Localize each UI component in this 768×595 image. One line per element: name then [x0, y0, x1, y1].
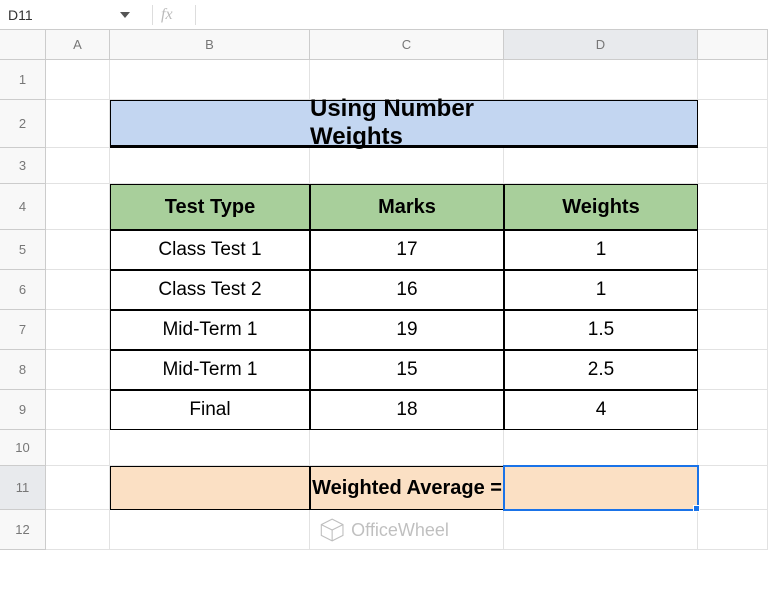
cell-C6[interactable]: 16: [310, 270, 504, 310]
cell-C5[interactable]: 17: [310, 230, 504, 270]
cell-C4-header[interactable]: Marks: [310, 184, 504, 230]
cell-D8[interactable]: 2.5: [504, 350, 698, 390]
name-box-dropdown-icon[interactable]: [120, 12, 130, 18]
col-header-empty[interactable]: [698, 30, 768, 60]
cell-B7[interactable]: Mid-Term 1: [110, 310, 310, 350]
cell-E3[interactable]: [698, 148, 768, 184]
cell-C12[interactable]: [310, 510, 504, 550]
cell-E11[interactable]: [698, 466, 768, 510]
cell-A4[interactable]: [46, 184, 110, 230]
cell-D11-active[interactable]: [504, 466, 698, 510]
cell-C3[interactable]: [310, 148, 504, 184]
cell-D12[interactable]: [504, 510, 698, 550]
cell-B9[interactable]: Final: [110, 390, 310, 430]
row-header-8[interactable]: 8: [0, 350, 46, 390]
cell-E10[interactable]: [698, 430, 768, 466]
cell-D7[interactable]: 1.5: [504, 310, 698, 350]
cell-A9[interactable]: [46, 390, 110, 430]
cell-A7[interactable]: [46, 310, 110, 350]
cell-B11-wavg[interactable]: [110, 466, 310, 510]
row-header-6[interactable]: 6: [0, 270, 46, 310]
separator: [195, 5, 196, 25]
row-header-5[interactable]: 5: [0, 230, 46, 270]
cell-E2[interactable]: [698, 100, 768, 148]
cell-B4-header[interactable]: Test Type: [110, 184, 310, 230]
row-header-7[interactable]: 7: [0, 310, 46, 350]
cell-D5[interactable]: 1: [504, 230, 698, 270]
cell-D3[interactable]: [504, 148, 698, 184]
cell-C8[interactable]: 15: [310, 350, 504, 390]
fill-handle[interactable]: [693, 505, 700, 512]
spreadsheet-grid: A B C D 1 2 Using Number Weights /: [0, 30, 768, 595]
cell-E5[interactable]: [698, 230, 768, 270]
select-all-corner[interactable]: [0, 30, 46, 60]
row-header-1[interactable]: 1: [0, 60, 46, 100]
cell-E6[interactable]: [698, 270, 768, 310]
cell-B6[interactable]: Class Test 2: [110, 270, 310, 310]
formula-bar-row: fx: [0, 0, 768, 30]
cell-A12[interactable]: [46, 510, 110, 550]
separator: [152, 5, 153, 25]
cell-A6[interactable]: [46, 270, 110, 310]
fx-icon: fx: [161, 6, 173, 24]
cell-B1[interactable]: [110, 60, 310, 100]
cell-C11-wavg[interactable]: Weighted Average =: [310, 466, 504, 510]
col-header-D[interactable]: D: [504, 30, 698, 60]
col-header-C[interactable]: C: [310, 30, 504, 60]
cell-E1[interactable]: [698, 60, 768, 100]
cell-B3[interactable]: [110, 148, 310, 184]
cell-C1[interactable]: [310, 60, 504, 100]
row-header-12[interactable]: 12: [0, 510, 46, 550]
col-header-A[interactable]: A: [46, 30, 110, 60]
cell-A1[interactable]: [46, 60, 110, 100]
cell-E12[interactable]: [698, 510, 768, 550]
cell-B8[interactable]: Mid-Term 1: [110, 350, 310, 390]
cell-C2-title[interactable]: Using Number Weights: [310, 100, 504, 148]
cell-B2-title[interactable]: [110, 100, 310, 148]
row-header-10[interactable]: 10: [0, 430, 46, 466]
cell-B10[interactable]: [110, 430, 310, 466]
cell-E7[interactable]: [698, 310, 768, 350]
row-header-2[interactable]: 2: [0, 100, 46, 148]
cell-D9[interactable]: 4: [504, 390, 698, 430]
cell-B12[interactable]: [110, 510, 310, 550]
cell-A10[interactable]: [46, 430, 110, 466]
cell-D6[interactable]: 1: [504, 270, 698, 310]
cell-C7[interactable]: 19: [310, 310, 504, 350]
row-header-9[interactable]: 9: [0, 390, 46, 430]
cell-B5[interactable]: Class Test 1: [110, 230, 310, 270]
formula-input[interactable]: [204, 1, 768, 29]
cell-D4-header[interactable]: Weights: [504, 184, 698, 230]
cell-A3[interactable]: [46, 148, 110, 184]
cell-E9[interactable]: [698, 390, 768, 430]
cell-C9[interactable]: 18: [310, 390, 504, 430]
row-header-11[interactable]: 11: [0, 466, 46, 510]
cell-A11[interactable]: [46, 466, 110, 510]
cell-D2-title[interactable]: [504, 100, 698, 148]
cell-A8[interactable]: [46, 350, 110, 390]
row-header-4[interactable]: 4: [0, 184, 46, 230]
cell-C10[interactable]: [310, 430, 504, 466]
cell-D1[interactable]: [504, 60, 698, 100]
row-header-3[interactable]: 3: [0, 148, 46, 184]
cell-E4[interactable]: [698, 184, 768, 230]
cell-A5[interactable]: [46, 230, 110, 270]
name-box[interactable]: [0, 1, 120, 29]
cell-D10[interactable]: [504, 430, 698, 466]
cell-E8[interactable]: [698, 350, 768, 390]
cell-A2[interactable]: [46, 100, 110, 148]
col-header-B[interactable]: B: [110, 30, 310, 60]
